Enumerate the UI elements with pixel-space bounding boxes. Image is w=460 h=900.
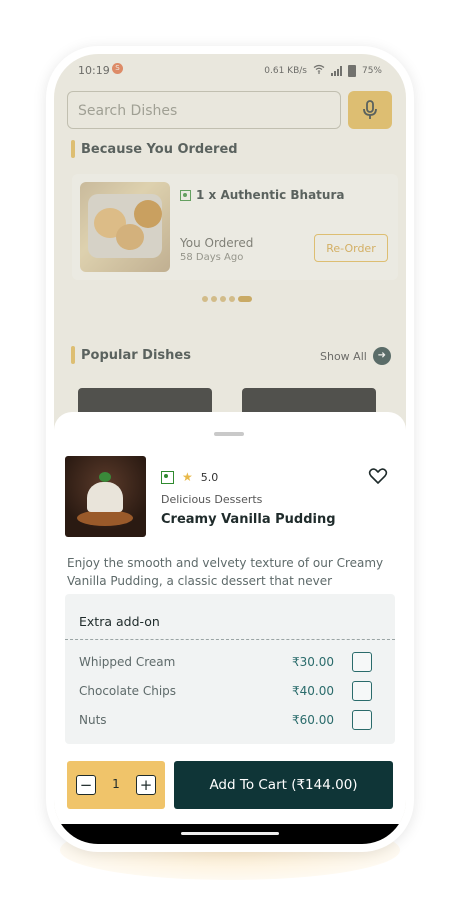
increase-quantity-button[interactable]: + [136, 775, 156, 795]
extra-addons-panel: Extra add-on Whipped Cream ₹30.00 Chocol… [65, 594, 395, 744]
quantity-stepper: − 1 + [67, 761, 165, 809]
add-to-cart-button[interactable]: Add To Cart (₹144.00) [174, 761, 393, 809]
addon-price: ₹60.00 [292, 713, 334, 727]
rating-value: 5.0 [200, 470, 219, 484]
dish-name: Creamy Vanilla Pudding [161, 512, 336, 527]
addon-row[interactable]: Whipped Cream ₹30.00 [79, 652, 381, 674]
addon-checkbox[interactable] [352, 681, 372, 701]
addon-name: Whipped Cream [79, 655, 176, 669]
decrease-quantity-button[interactable]: − [76, 775, 96, 795]
favorite-button[interactable] [368, 466, 388, 486]
heart-icon [368, 468, 388, 484]
addon-row[interactable]: Chocolate Chips ₹40.00 [79, 681, 381, 703]
addon-checkbox[interactable] [352, 652, 372, 672]
dish-description: Enjoy the smooth and velvety texture of … [67, 556, 384, 588]
addons-title: Extra add-on [79, 614, 160, 629]
veg-icon [161, 470, 174, 484]
home-indicator[interactable] [181, 832, 279, 835]
addon-price: ₹40.00 [292, 684, 334, 698]
dish-meta: ★ 5.0 [161, 470, 218, 484]
divider [65, 639, 395, 640]
addon-row[interactable]: Nuts ₹60.00 [79, 710, 381, 732]
system-nav-bar [54, 824, 406, 844]
dish-bottom-sheet: ★ 5.0 Delicious Desserts Creamy Vanilla … [54, 412, 406, 824]
pudding-image [65, 456, 146, 537]
addon-name: Nuts [79, 713, 107, 727]
addon-name: Chocolate Chips [79, 684, 177, 698]
sheet-drag-handle[interactable] [214, 432, 244, 436]
quantity-value: 1 [112, 777, 120, 791]
dish-category: Delicious Desserts [161, 493, 263, 506]
addon-price: ₹30.00 [292, 655, 334, 669]
addon-checkbox[interactable] [352, 710, 372, 730]
app-screen: 10:19 S 0.61 KB/s 75% Because You Ordere… [54, 54, 406, 844]
star-icon: ★ [182, 470, 193, 484]
